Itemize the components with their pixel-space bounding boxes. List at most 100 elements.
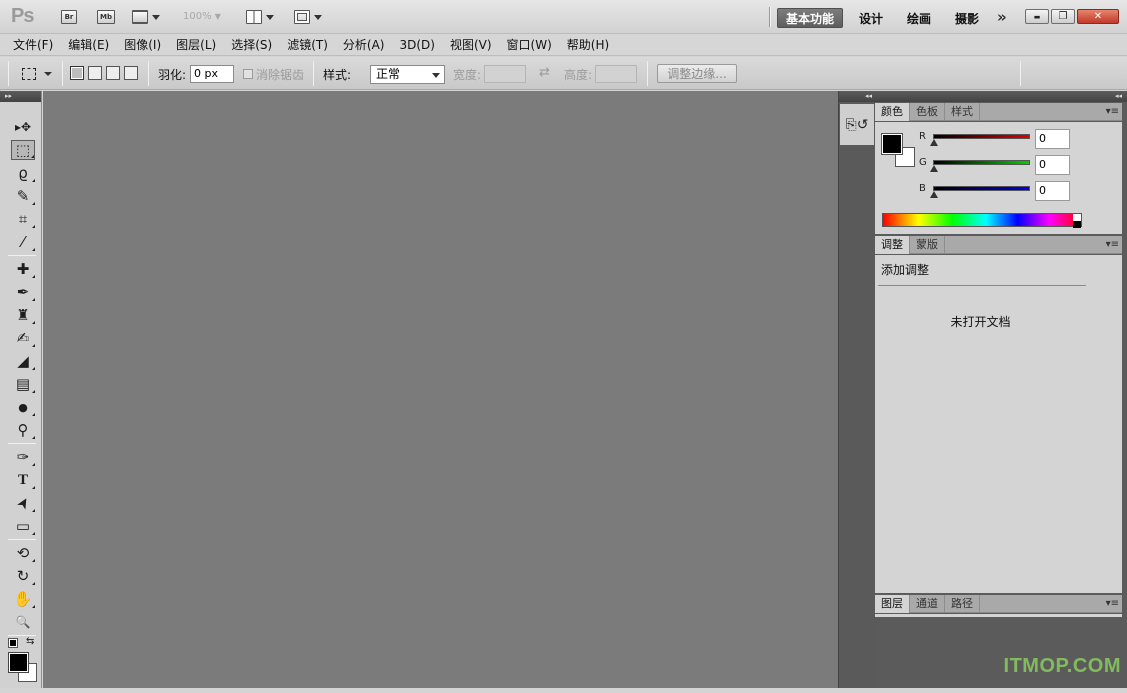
tab-adjustments[interactable]: 调整	[875, 236, 910, 254]
anti-alias-checkbox[interactable]	[243, 69, 253, 79]
subtract-from-selection-button[interactable]	[106, 66, 120, 80]
move-tool-button[interactable]: ▸✥	[11, 117, 35, 137]
panel-foreground-swatch[interactable]	[881, 133, 903, 155]
screen-mode-button[interactable]	[294, 9, 322, 25]
menu-image[interactable]: 图像(I)	[124, 36, 161, 53]
menu-select[interactable]: 选择(S)	[231, 36, 272, 53]
red-value-input[interactable]: 0	[1035, 129, 1070, 149]
history-brush-tool-button[interactable]: ✍	[11, 328, 35, 348]
dodge-tool-button[interactable]: ⚲	[11, 420, 35, 440]
workspace-design[interactable]: 设计	[852, 8, 890, 28]
color-spectrum-ramp[interactable]	[882, 213, 1082, 228]
view-extras-button[interactable]	[132, 9, 160, 25]
width-input[interactable]	[484, 65, 526, 83]
tab-swatches[interactable]: 色板	[910, 103, 945, 121]
eyedropper-tool-button[interactable]: ⁄	[11, 232, 35, 252]
crop-tool-button[interactable]: ⌗	[11, 209, 35, 229]
quick-selection-tool-button[interactable]: ✎	[11, 186, 35, 206]
zoom-level-select[interactable]: 100% ▼	[183, 11, 221, 22]
expand-toolbox-icon[interactable]: ▸▸	[5, 92, 12, 100]
panel-dock-header[interactable]: ◂◂	[875, 91, 1127, 102]
marquee-tool-button[interactable]: ⬚	[11, 140, 35, 160]
menu-view[interactable]: 视图(V)	[450, 36, 492, 53]
red-slider-thumb[interactable]	[930, 139, 938, 146]
tab-paths[interactable]: 路径	[945, 595, 980, 613]
tab-layers[interactable]: 图层	[875, 595, 910, 613]
toolbox-separator	[8, 539, 36, 540]
3d-rotate-tool-button[interactable]: ⟲	[11, 543, 35, 563]
blue-slider-track[interactable]	[933, 186, 1030, 191]
intersect-selection-button[interactable]	[124, 66, 138, 80]
add-to-selection-button[interactable]	[88, 66, 102, 80]
rectangle-tool-button[interactable]: ▭	[11, 516, 35, 536]
panel-menu-icon[interactable]: ▾≡	[1106, 239, 1119, 250]
hand-tool-button[interactable]: ✋	[11, 589, 35, 609]
lasso-tool-button[interactable]: ϱ	[11, 163, 35, 183]
options-separator	[313, 61, 314, 86]
panel-menu-icon[interactable]: ▾≡	[1106, 106, 1119, 117]
minimize-button[interactable]: ▬	[1025, 9, 1049, 24]
tab-masks[interactable]: 蒙版	[910, 236, 945, 254]
tab-color[interactable]: 颜色	[875, 103, 910, 121]
type-tool-button[interactable]: T	[11, 470, 35, 490]
pen-tool-button[interactable]: ✑	[11, 447, 35, 467]
menu-window[interactable]: 窗口(W)	[507, 36, 552, 53]
height-input[interactable]	[595, 65, 637, 83]
green-value-input[interactable]: 0	[1035, 155, 1070, 175]
swap-dimensions-icon[interactable]: ⇄	[539, 65, 550, 80]
menu-layer[interactable]: 图层(L)	[176, 36, 216, 53]
menu-filter[interactable]: 滤镜(T)	[287, 36, 328, 53]
style-select[interactable]: 正常	[370, 65, 445, 84]
menu-file[interactable]: 文件(F)	[13, 36, 53, 53]
close-button[interactable]: ✕	[1077, 9, 1119, 24]
document-canvas-area[interactable]	[43, 91, 838, 688]
blue-value-input[interactable]: 0	[1035, 181, 1070, 201]
refine-edge-button[interactable]: 调整边缘...	[657, 64, 737, 83]
history-panel-button[interactable]: ⎘↺	[840, 104, 874, 145]
black-white-ramp[interactable]	[1073, 214, 1081, 228]
foreground-color-swatch[interactable]	[8, 652, 29, 673]
workspace-essentials[interactable]: 基本功能	[777, 8, 843, 28]
menu-analysis[interactable]: 分析(A)	[343, 36, 385, 53]
new-selection-button[interactable]	[70, 66, 84, 80]
blue-slider-thumb[interactable]	[930, 191, 938, 198]
green-slider-track[interactable]	[933, 160, 1030, 165]
default-colors-icon[interactable]	[8, 638, 18, 648]
swap-colors-icon[interactable]: ⇆	[26, 636, 34, 647]
blur-tool-button[interactable]: ●	[11, 397, 35, 417]
clone-stamp-tool-button[interactable]: ♜	[11, 305, 35, 325]
path-selection-tool-button[interactable]: ➤	[11, 493, 35, 513]
brush-icon: ✒	[16, 283, 30, 301]
red-slider-track[interactable]	[933, 134, 1030, 139]
toolbox-header[interactable]: ▸▸	[0, 91, 41, 102]
menu-3d[interactable]: 3D(D)	[399, 38, 434, 52]
workspace-photography[interactable]: 摄影	[948, 8, 986, 28]
workspace-painting[interactable]: 绘画	[900, 8, 938, 28]
eraser-tool-button[interactable]: ◢	[11, 351, 35, 371]
zoom-tool-button[interactable]: 🔍	[11, 612, 35, 632]
maximize-button[interactable]: ❐	[1051, 9, 1075, 24]
dock-strip-header[interactable]: ◂◂	[839, 91, 875, 102]
screen-mode-icon	[294, 10, 310, 24]
menu-edit[interactable]: 编辑(E)	[68, 36, 109, 53]
no-document-message: 未打开文档	[950, 315, 1011, 329]
collapse-panels-icon[interactable]: ◂◂	[1115, 92, 1122, 100]
arrange-documents-button[interactable]	[246, 9, 274, 25]
brush-tool-button[interactable]: ✒	[11, 282, 35, 302]
launch-mini-bridge-button[interactable]: Mb	[97, 9, 115, 25]
layers-panel	[875, 614, 1122, 617]
gradient-tool-button[interactable]: ▤	[11, 374, 35, 394]
tool-preset-picker[interactable]	[22, 65, 56, 83]
green-slider-thumb[interactable]	[930, 165, 938, 172]
3d-orbit-tool-button[interactable]: ↻	[11, 566, 35, 586]
collapse-dock-icon[interactable]: ◂◂	[865, 92, 872, 100]
healing-brush-tool-button[interactable]: ✚	[11, 259, 35, 279]
more-workspaces-icon[interactable]: »	[997, 8, 1007, 26]
menu-help[interactable]: 帮助(H)	[567, 36, 609, 53]
panel-menu-icon[interactable]: ▾≡	[1106, 598, 1119, 609]
style-select-value: 正常	[376, 67, 401, 81]
launch-bridge-button[interactable]: Br	[61, 9, 77, 25]
tab-styles[interactable]: 样式	[945, 103, 980, 121]
feather-input[interactable]: 0 px	[190, 65, 234, 83]
tab-channels[interactable]: 通道	[910, 595, 945, 613]
